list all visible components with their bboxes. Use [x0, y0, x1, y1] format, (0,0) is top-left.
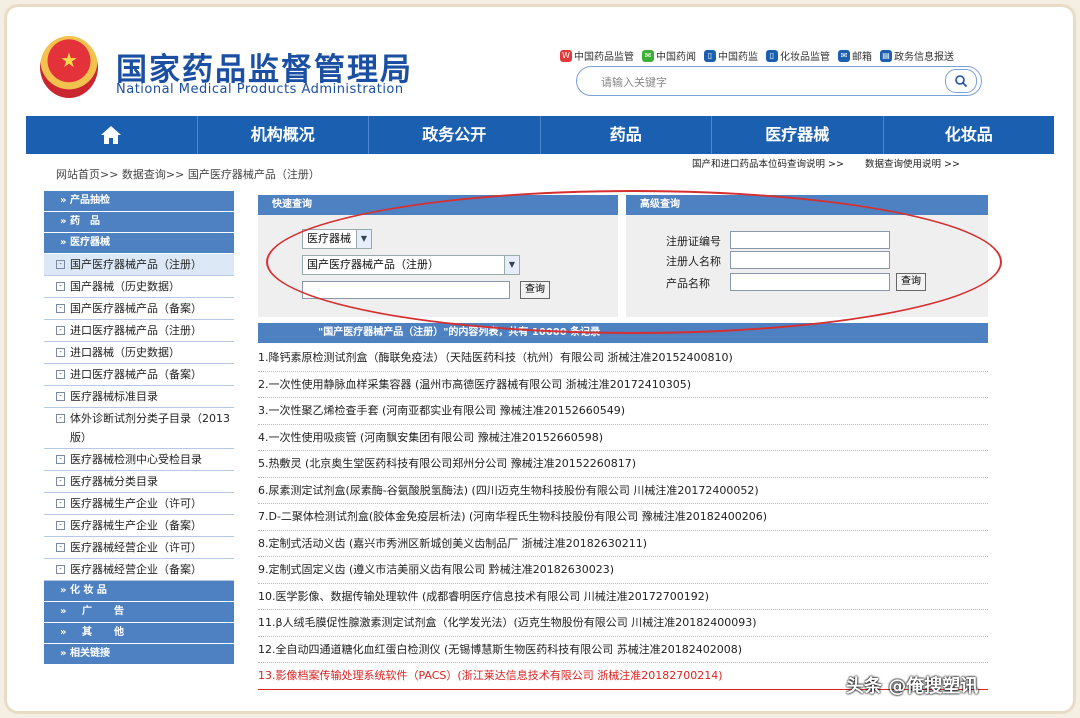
red-highlight-ellipse [266, 190, 1002, 334]
list-item[interactable]: 6.尿素测定试剂盒(尿素酶-谷氨酸脱氢酶法) (四川迈克生物科技股份有限公司 川… [258, 478, 988, 504]
nav-item-organization[interactable]: 机构概况 [196, 116, 369, 154]
breadcrumb[interactable]: 网站首页>> 数据查询>> 国产医疗器械产品（注册） [56, 166, 320, 182]
right-links: 国产和进口药品本位码查询说明 >> 数据查询使用说明 >> [692, 156, 978, 170]
bullet-icon: - [56, 348, 65, 357]
data-query-help-link[interactable]: 数据查询使用说明 >> [865, 159, 960, 170]
bullet-icon: - [56, 392, 65, 401]
bullet-icon: - [56, 304, 65, 313]
list-item[interactable]: 3.一次性聚乙烯检查手套 (河南亚都实业有限公司 豫械注准20152660549… [258, 398, 988, 425]
sidebar-heading-devices[interactable]: » 医疗器械 [44, 233, 234, 254]
sidebar-item[interactable]: - 医疗器械经营企业（许可） [44, 537, 234, 559]
bullet-icon: - [56, 543, 65, 552]
search-input[interactable]: 请输入关键字 [601, 74, 667, 90]
toplink-label: 中国药监 [718, 52, 758, 63]
sidebar-heading-drugs[interactable]: » 药 品 [44, 212, 234, 233]
bullet-icon: - [56, 565, 65, 574]
bullet-icon: - [56, 521, 65, 530]
bullet-icon: - [56, 282, 65, 291]
toplink-mail[interactable]: ✉ 邮箱 [838, 48, 872, 63]
sidebar-item[interactable]: - 国产医疗器械产品（注册） [44, 254, 234, 276]
watermark: 头条 @俺搜塑讯 [846, 676, 979, 697]
bullet-icon: - [56, 326, 65, 335]
toplink-label: 化妆品监管 [780, 52, 830, 63]
sidebar-item[interactable]: - 进口医疗器械产品（注册） [44, 320, 234, 342]
toplink-mobile-nmpa[interactable]: ▯ 中国药监 [704, 48, 758, 63]
list-item[interactable]: 1.降钙素原检测试剂盒（酶联免疫法）（天陆医药科技（杭州）有限公司 浙械注准20… [258, 345, 988, 372]
toplink-label: 中国药闻 [656, 52, 696, 63]
sidebar-item[interactable]: - 国产医疗器械产品（备案） [44, 298, 234, 320]
toplink-weibo[interactable]: W 中国药品监管 [560, 48, 634, 63]
bullet-icon: - [56, 370, 65, 379]
sidebar-item[interactable]: - 医疗器械生产企业（许可） [44, 493, 234, 515]
nav-item-cosmetics[interactable]: 化妆品 [882, 116, 1055, 154]
bullet-icon: - [56, 260, 65, 269]
mail-icon: ✉ [838, 49, 850, 62]
wechat-icon: ✉ [642, 49, 654, 62]
header: ★ 国家药品监督管理局 National Medical Products Ad… [4, 4, 1076, 116]
sidebar-item[interactable]: - 体外诊断试剂分类子目录（2013版） [44, 408, 234, 449]
list-item[interactable]: 9.定制式固定义齿 (遵义市洁美丽义齿有限公司 黔械注准20182630023) [258, 557, 988, 584]
list-item[interactable]: 2.一次性使用静脉血样采集容器 (温州市高德医疗器械有限公司 浙械注准20172… [258, 372, 988, 398]
sidebar-item[interactable]: - 进口器械（历史数据） [44, 342, 234, 364]
list-item[interactable]: 7.D-二聚体检测试剂盒(胶体金免疫层析法) (河南华程氏生物科技股份有限公司 … [258, 504, 988, 531]
sidebar-heading-ads[interactable]: » 广 告 [44, 602, 234, 623]
toplink-wechat[interactable]: ✉ 中国药闻 [642, 48, 696, 63]
main-nav: 机构概况 政务公开 药品 医疗器械 化妆品 [26, 116, 1054, 154]
mobile-icon: ▯ [766, 49, 778, 62]
bullet-icon: - [56, 477, 65, 486]
sidebar-item[interactable]: - 医疗器械检测中心受检目录 [44, 449, 234, 471]
toplink-report[interactable]: ▤ 政务信息报送 [880, 48, 954, 63]
sidebar-heading-inspection[interactable]: » 产品抽检 [44, 191, 234, 212]
bullet-icon: - [56, 455, 65, 464]
nav-home[interactable] [26, 116, 197, 154]
sidebar-item[interactable]: - 医疗器械标准目录 [44, 386, 234, 408]
list-item[interactable]: 4.一次性使用吸痰管 (河南飘安集团有限公司 豫械注准20152660598) [258, 425, 988, 451]
sidebar-item[interactable]: - 进口医疗器械产品（备案） [44, 364, 234, 386]
list-item[interactable]: 5.热敷灵 (北京奥生堂医药科技有限公司郑州分公司 豫械注准2015226081… [258, 451, 988, 478]
toplink-mobile-cosmetics[interactable]: ▯ 化妆品监管 [766, 48, 830, 63]
sidebar-heading-other[interactable]: » 其 他 [44, 623, 234, 644]
list-item[interactable]: 10.医学影像、数据传输处理软件 (成都睿明医疗信息技术有限公司 川械注准201… [258, 584, 988, 610]
top-links: W 中国药品监管 ✉ 中国药闻 ▯ 中国药监 ▯ 化妆品监管 ✉ 邮箱 ▤ 政务信息报送 [560, 48, 954, 63]
nav-item-drugs[interactable]: 药品 [539, 116, 712, 154]
page-frame: ★ 国家药品监督管理局 National Medical Products Ad… [4, 4, 1076, 714]
national-emblem-logo: ★ [40, 36, 98, 98]
nav-item-government-affairs[interactable]: 政务公开 [368, 116, 540, 154]
search-button[interactable] [945, 69, 977, 93]
results-list: 1.降钙素原检测试剂盒（酶联免疫法）（天陆医药科技（杭州）有限公司 浙械注准20… [258, 345, 988, 690]
toplink-label: 邮箱 [852, 52, 872, 63]
toplink-label: 政务信息报送 [894, 52, 954, 63]
sidebar-item[interactable]: - 医疗器械生产企业（备案） [44, 515, 234, 537]
toplink-label: 中国药品监管 [574, 52, 634, 63]
bullet-icon: - [56, 499, 65, 508]
bullet-icon: - [56, 414, 65, 423]
sidebar-item[interactable]: - 医疗器械分类目录 [44, 471, 234, 493]
nav-item-medical-devices[interactable]: 医疗器械 [711, 116, 883, 154]
report-icon: ▤ [880, 49, 892, 62]
list-item[interactable]: 11.β人绒毛膜促性腺激素测定试剂盒（化学发光法）(迈克生物股份有限公司 川械注… [258, 610, 988, 637]
mobile-icon: ▯ [704, 49, 716, 62]
sidebar-heading-links[interactable]: » 相关链接 [44, 644, 234, 665]
search-icon [955, 75, 968, 88]
home-icon [101, 126, 122, 144]
sidebar-item[interactable]: - 医疗器械经营企业（备案） [44, 559, 234, 581]
sidebar: » 产品抽检 » 药 品 » 医疗器械 - 国产医疗器械产品（注册） - 国产器械（… [44, 191, 234, 696]
search-box[interactable]: 请输入关键字 [576, 66, 982, 96]
sidebar-heading-cosmetics[interactable]: » 化 妆 品 [44, 581, 234, 602]
sidebar-item[interactable]: - 国产器械（历史数据） [44, 276, 234, 298]
weibo-icon: W [560, 49, 572, 62]
list-item[interactable]: 12.全自动四通道糖化血红蛋白检测仪 (无锡博慧斯生物医药科技有限公司 苏械注准… [258, 637, 988, 663]
list-item[interactable]: 8.定制式活动义齿 (嘉兴市秀洲区新城创美义齿制品厂 浙械注准201826302… [258, 531, 988, 557]
drug-code-help-link[interactable]: 国产和进口药品本位码查询说明 >> [692, 159, 844, 170]
site-title-en: National Medical Products Administration [116, 82, 404, 97]
